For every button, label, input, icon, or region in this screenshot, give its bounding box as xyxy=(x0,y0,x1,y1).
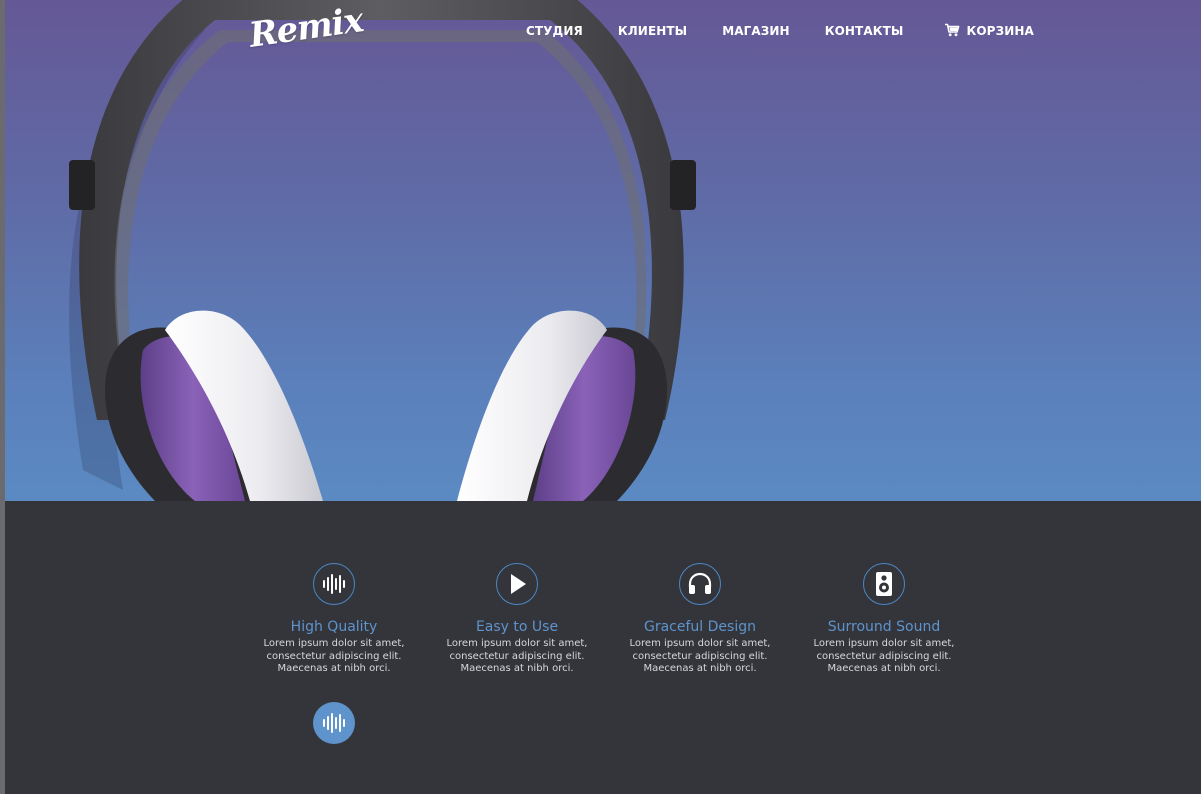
feature-title: High Quality xyxy=(290,619,378,635)
feature-desc-line: Lorem ipsum dolor sit amet, xyxy=(629,638,771,649)
feature-title: Easy to Use xyxy=(475,619,559,635)
feature-desc-line: Maecenas at nibh orci. xyxy=(827,663,941,674)
feature-desc-line: consectetur adipiscing elit. xyxy=(632,650,768,662)
feature-description: Lorem ipsum dolor sit amet, consectetur … xyxy=(425,638,609,676)
feature-title: Graceful Design xyxy=(644,619,756,635)
main-nav: СТУДИЯ КЛИЕНТЫ МАГАЗИН КОНТАКТЫ КОРЗИНА xyxy=(526,22,1034,40)
nav-link-clients[interactable]: КЛИЕНТЫ xyxy=(618,24,687,38)
sound-wave-icon-active[interactable] xyxy=(313,702,355,744)
speaker-icon[interactable] xyxy=(863,563,905,605)
play-icon[interactable] xyxy=(496,563,538,605)
feature-high-quality: High Quality Lorem ipsum dolor sit amet,… xyxy=(242,563,426,676)
nav-link-studio[interactable]: СТУДИЯ xyxy=(526,24,583,38)
nav-link-cart[interactable]: КОРЗИНА xyxy=(944,23,1034,40)
feature-graceful-design: Graceful Design Lorem ipsum dolor sit am… xyxy=(608,563,792,676)
hero-section: Remix СТУДИЯ КЛИЕНТЫ МАГАЗИН КОНТАКТЫ КО… xyxy=(5,0,1201,501)
feature-desc-line: Maecenas at nibh orci. xyxy=(277,663,391,674)
feature-desc-line: Lorem ipsum dolor sit amet, xyxy=(813,638,955,649)
features-section: High Quality Lorem ipsum dolor sit amet,… xyxy=(5,501,1201,794)
headphones-icon[interactable] xyxy=(679,563,721,605)
feature-desc-line: consectetur adipiscing elit. xyxy=(816,650,952,662)
headphones-image xyxy=(69,0,696,501)
feature-desc-line: Maecenas at nibh orci. xyxy=(643,663,757,674)
feature-title: Surround Sound xyxy=(827,619,941,635)
nav-link-shop[interactable]: МАГАЗИН xyxy=(722,24,789,38)
nav-link-contacts[interactable]: КОНТАКТЫ xyxy=(825,24,904,38)
feature-desc-line: consectetur adipiscing elit. xyxy=(266,650,402,662)
feature-desc-line: Lorem ipsum dolor sit amet, xyxy=(263,638,405,649)
feature-easy-to-use: Easy to Use Lorem ipsum dolor sit amet, … xyxy=(425,563,609,676)
feature-surround-sound: Surround Sound Lorem ipsum dolor sit ame… xyxy=(792,563,976,676)
cart-icon xyxy=(944,23,960,40)
feature-description: Lorem ipsum dolor sit amet, consectetur … xyxy=(792,638,976,676)
feature-description: Lorem ipsum dolor sit amet, consectetur … xyxy=(242,638,426,676)
feature-desc-line: Lorem ipsum dolor sit amet, xyxy=(446,638,588,649)
sound-wave-icon[interactable] xyxy=(313,563,355,605)
feature-desc-line: consectetur adipiscing elit. xyxy=(449,650,585,662)
feature-description: Lorem ipsum dolor sit amet, consectetur … xyxy=(608,638,792,676)
nav-link-cart-label: КОРЗИНА xyxy=(966,24,1034,38)
feature-desc-line: Maecenas at nibh orci. xyxy=(460,663,574,674)
